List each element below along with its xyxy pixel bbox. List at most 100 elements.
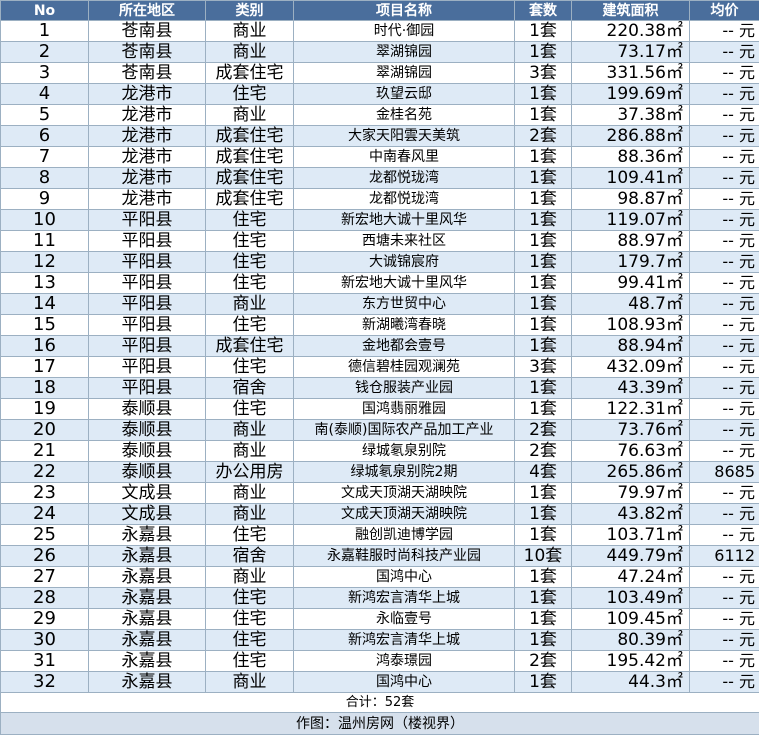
header-category: 类别 (205, 0, 294, 21)
cell-no: 28 (0, 587, 89, 609)
cell-price: -- 元 (689, 398, 759, 420)
cell-category: 成套住宅 (205, 125, 294, 147)
cell-project: 绿城氡泉别院 (293, 440, 515, 462)
cell-category: 成套住宅 (205, 188, 294, 210)
table-row: 19 泰顺县 住宅 国鸿翡丽雅园 1套 122.31㎡ -- 元 (0, 398, 759, 420)
cell-region: 平阳县 (88, 230, 206, 252)
cell-category: 成套住宅 (205, 146, 294, 168)
table-row: 2 苍南县 商业 翠湖锦园 1套 73.17㎡ -- 元 (0, 41, 759, 63)
total-cell: 合计：52套 (0, 692, 759, 713)
cell-category: 商业 (205, 440, 294, 462)
cell-count: 1套 (514, 398, 572, 420)
table-row: 21 泰顺县 商业 绿城氡泉别院 2套 76.63㎡ -- 元 (0, 440, 759, 462)
table-row: 31 永嘉县 住宅 鸿泰璟园 2套 195.42㎡ -- 元 (0, 650, 759, 672)
cell-no: 32 (0, 671, 89, 693)
cell-count: 1套 (514, 629, 572, 651)
cell-project: 新宏地大诚十里风华 (293, 272, 515, 294)
cell-price: -- 元 (689, 671, 759, 693)
cell-region: 永嘉县 (88, 671, 206, 693)
cell-price: -- 元 (689, 587, 759, 609)
cell-count: 1套 (514, 83, 572, 105)
cell-count: 1套 (514, 335, 572, 357)
cell-region: 平阳县 (88, 335, 206, 357)
cell-count: 1套 (514, 482, 572, 504)
cell-count: 3套 (514, 356, 572, 378)
cell-area: 449.79㎡ (571, 545, 690, 567)
cell-count: 1套 (514, 272, 572, 294)
cell-region: 龙港市 (88, 146, 206, 168)
table-row: 7 龙港市 成套住宅 中南春风里 1套 88.36㎡ -- 元 (0, 146, 759, 168)
cell-area: 103.49㎡ (571, 587, 690, 609)
cell-count: 1套 (514, 377, 572, 399)
cell-project: 玖望云邸 (293, 83, 515, 105)
cell-area: 48.7㎡ (571, 293, 690, 315)
cell-category: 宿舍 (205, 545, 294, 567)
table-row: 8 龙港市 成套住宅 龙都悦珑湾 1套 109.41㎡ -- 元 (0, 167, 759, 189)
table-row: 13 平阳县 住宅 新宏地大诚十里风华 1套 99.41㎡ -- 元 (0, 272, 759, 294)
table-body: 1 苍南县 商业 时代·御园 1套 220.38㎡ -- 元 2 苍南县 商业 翠湖锦园 1套 73.1… (0, 20, 759, 735)
cell-area: 99.41㎡ (571, 272, 690, 294)
cell-category: 住宅 (205, 356, 294, 378)
cell-count: 1套 (514, 566, 572, 588)
cell-price: -- 元 (689, 650, 759, 672)
cell-price: -- 元 (689, 272, 759, 294)
table-row: 28 永嘉县 住宅 新鸿宏言清华上城 1套 103.49㎡ -- 元 (0, 587, 759, 609)
table-row: 18 平阳县 宿舍 钱仓服装产业园 1套 43.39㎡ -- 元 (0, 377, 759, 399)
cell-project: 翠湖锦园 (293, 62, 515, 84)
cell-project: 翠湖锦园 (293, 41, 515, 63)
cell-area: 73.17㎡ (571, 41, 690, 63)
cell-project: 新鸿宏言清华上城 (293, 629, 515, 651)
cell-region: 永嘉县 (88, 650, 206, 672)
cell-count: 1套 (514, 146, 572, 168)
table-row: 9 龙港市 成套住宅 龙都悦珑湾 1套 98.87㎡ -- 元 (0, 188, 759, 210)
cell-no: 24 (0, 503, 89, 525)
table-row: 29 永嘉县 住宅 永临壹号 1套 109.45㎡ -- 元 (0, 608, 759, 630)
cell-category: 住宅 (205, 398, 294, 420)
cell-no: 2 (0, 41, 89, 63)
cell-no: 9 (0, 188, 89, 210)
header-no: No (0, 0, 89, 21)
cell-price: -- 元 (689, 503, 759, 525)
cell-count: 1套 (514, 251, 572, 273)
cell-count: 2套 (514, 419, 572, 441)
cell-count: 1套 (514, 671, 572, 693)
cell-region: 平阳县 (88, 314, 206, 336)
cell-region: 文成县 (88, 503, 206, 525)
cell-project: 新鸿宏言清华上城 (293, 587, 515, 609)
cell-count: 1套 (514, 524, 572, 546)
cell-price: -- 元 (689, 83, 759, 105)
cell-count: 1套 (514, 104, 572, 126)
table-row: 17 平阳县 住宅 德信碧桂园观澜苑 3套 432.09㎡ -- 元 (0, 356, 759, 378)
cell-no: 31 (0, 650, 89, 672)
cell-no: 22 (0, 461, 89, 483)
cell-region: 龙港市 (88, 167, 206, 189)
cell-no: 19 (0, 398, 89, 420)
table-row: 5 龙港市 商业 金桂名苑 1套 37.38㎡ -- 元 (0, 104, 759, 126)
cell-region: 平阳县 (88, 209, 206, 231)
cell-price: -- 元 (689, 251, 759, 273)
cell-price: -- 元 (689, 608, 759, 630)
cell-category: 住宅 (205, 272, 294, 294)
cell-count: 1套 (514, 188, 572, 210)
cell-region: 泰顺县 (88, 461, 206, 483)
cell-area: 103.71㎡ (571, 524, 690, 546)
table-row: 1 苍南县 商业 时代·御园 1套 220.38㎡ -- 元 (0, 20, 759, 42)
cell-no: 14 (0, 293, 89, 315)
table-row: 12 平阳县 住宅 大诚锦宸府 1套 179.7㎡ -- 元 (0, 251, 759, 273)
cell-project: 钱仓服装产业园 (293, 377, 515, 399)
cell-price: -- 元 (689, 482, 759, 504)
cell-no: 6 (0, 125, 89, 147)
header-count: 套数 (514, 0, 572, 21)
cell-area: 122.31㎡ (571, 398, 690, 420)
table-row: 10 平阳县 住宅 新宏地大诚十里风华 1套 119.07㎡ -- 元 (0, 209, 759, 231)
cell-price: -- 元 (689, 230, 759, 252)
cell-price: -- 元 (689, 62, 759, 84)
cell-region: 泰顺县 (88, 419, 206, 441)
cell-category: 商业 (205, 482, 294, 504)
cell-category: 住宅 (205, 230, 294, 252)
table-row: 3 苍南县 成套住宅 翠湖锦园 3套 331.56㎡ -- 元 (0, 62, 759, 84)
cell-price: -- 元 (689, 293, 759, 315)
cell-project: 德信碧桂园观澜苑 (293, 356, 515, 378)
cell-category: 宿舍 (205, 377, 294, 399)
cell-area: 286.88㎡ (571, 125, 690, 147)
